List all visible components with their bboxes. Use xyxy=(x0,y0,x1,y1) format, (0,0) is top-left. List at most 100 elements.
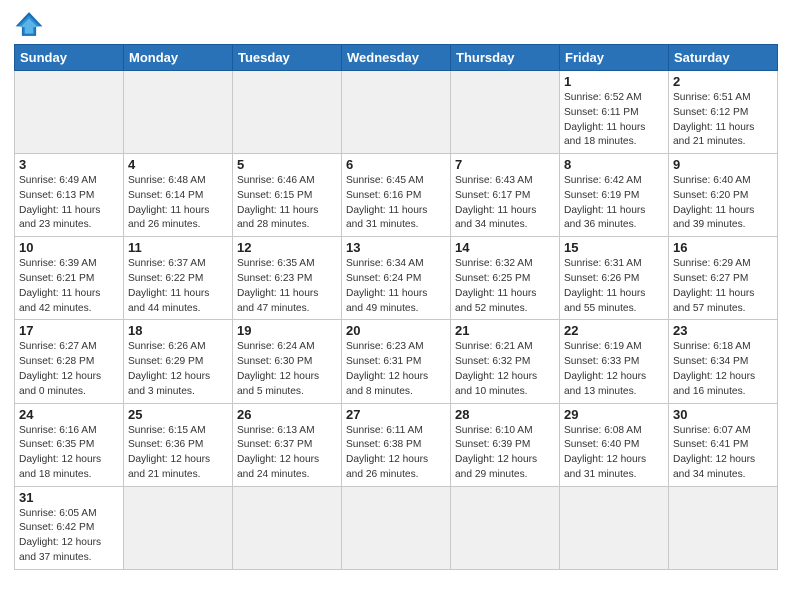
calendar-cell: 2Sunrise: 6:51 AM Sunset: 6:12 PM Daylig… xyxy=(669,71,778,154)
day-number: 2 xyxy=(673,74,773,89)
day-info: Sunrise: 6:16 AM Sunset: 6:35 PM Dayligh… xyxy=(19,424,119,483)
page: SundayMondayTuesdayWednesdayThursdayFrid… xyxy=(0,0,792,580)
calendar-cell xyxy=(124,71,233,154)
calendar-cell: 21 Sunrise: 6:21 AM Sunset: 6:32 PM Dayli… xyxy=(451,320,560,403)
logo-icon xyxy=(14,10,44,38)
day-number: 26 xyxy=(237,407,337,422)
day-number: 6 xyxy=(346,157,446,172)
calendar-cell: 22 Sunrise: 6:19 AM Sunset: 6:33 PM Dayli… xyxy=(560,320,669,403)
day-number: 5 xyxy=(237,157,337,172)
day-info: Sunrise: 6:19 AM Sunset: 6:33 PM Dayligh… xyxy=(564,340,664,399)
calendar-cell: 15 Sunrise: 6:31 AM Sunset: 6:26 PM Dayli… xyxy=(560,237,669,320)
day-number: 12 xyxy=(237,240,337,255)
day-number: 21 xyxy=(455,323,555,338)
calendar-cell: 30 Sunrise: 6:07 AM Sunset: 6:41 PM Dayli… xyxy=(669,403,778,486)
day-info: Sunrise: 6:49 AM Sunset: 6:13 PM Dayligh… xyxy=(19,174,119,233)
logo xyxy=(14,10,48,38)
day-number: 28 xyxy=(455,407,555,422)
weekday-header-tuesday: Tuesday xyxy=(233,45,342,71)
calendar-cell: 26 Sunrise: 6:13 AM Sunset: 6:37 PM Dayli… xyxy=(233,403,342,486)
day-number: 18 xyxy=(128,323,228,338)
day-info: Sunrise: 6:39 AM Sunset: 6:21 PM Dayligh… xyxy=(19,257,119,316)
day-number: 1 xyxy=(564,74,664,89)
day-info: Sunrise: 6:23 AM Sunset: 6:31 PM Dayligh… xyxy=(346,340,446,399)
calendar-cell xyxy=(451,486,560,569)
day-info: Sunrise: 6:13 AM Sunset: 6:37 PM Dayligh… xyxy=(237,424,337,483)
calendar-cell xyxy=(124,486,233,569)
calendar-cell: 4 Sunrise: 6:48 AM Sunset: 6:14 PM Daylig… xyxy=(124,154,233,237)
day-info: Sunrise: 6:26 AM Sunset: 6:29 PM Dayligh… xyxy=(128,340,228,399)
week-row-2: 10 Sunrise: 6:39 AM Sunset: 6:21 PM Dayli… xyxy=(15,237,778,320)
day-number: 8 xyxy=(564,157,664,172)
calendar-cell: 23Sunrise: 6:18 AM Sunset: 6:34 PM Dayli… xyxy=(669,320,778,403)
day-info: Sunrise: 6:52 AM Sunset: 6:11 PM Dayligh… xyxy=(564,91,664,150)
calendar-cell xyxy=(233,486,342,569)
day-number: 16 xyxy=(673,240,773,255)
day-number: 10 xyxy=(19,240,119,255)
calendar-cell xyxy=(560,486,669,569)
day-number: 20 xyxy=(346,323,446,338)
calendar-cell: 7 Sunrise: 6:43 AM Sunset: 6:17 PM Daylig… xyxy=(451,154,560,237)
day-info: Sunrise: 6:10 AM Sunset: 6:39 PM Dayligh… xyxy=(455,424,555,483)
calendar-cell: 13 Sunrise: 6:34 AM Sunset: 6:24 PM Dayli… xyxy=(342,237,451,320)
week-row-3: 17 Sunrise: 6:27 AM Sunset: 6:28 PM Dayli… xyxy=(15,320,778,403)
calendar-cell: 9Sunrise: 6:40 AM Sunset: 6:20 PM Daylig… xyxy=(669,154,778,237)
day-number: 29 xyxy=(564,407,664,422)
day-number: 4 xyxy=(128,157,228,172)
calendar-cell xyxy=(15,71,124,154)
calendar-cell: 18 Sunrise: 6:26 AM Sunset: 6:29 PM Dayli… xyxy=(124,320,233,403)
calendar-cell: 19Sunrise: 6:24 AM Sunset: 6:30 PM Dayli… xyxy=(233,320,342,403)
day-number: 25 xyxy=(128,407,228,422)
calendar-cell: 16 Sunrise: 6:29 AM Sunset: 6:27 PM Dayli… xyxy=(669,237,778,320)
day-info: Sunrise: 6:21 AM Sunset: 6:32 PM Dayligh… xyxy=(455,340,555,399)
day-info: Sunrise: 6:27 AM Sunset: 6:28 PM Dayligh… xyxy=(19,340,119,399)
day-info: Sunrise: 6:31 AM Sunset: 6:26 PM Dayligh… xyxy=(564,257,664,316)
weekday-header-sunday: Sunday xyxy=(15,45,124,71)
calendar-cell: 3 Sunrise: 6:49 AM Sunset: 6:13 PM Daylig… xyxy=(15,154,124,237)
calendar-cell: 17 Sunrise: 6:27 AM Sunset: 6:28 PM Dayli… xyxy=(15,320,124,403)
day-info: Sunrise: 6:05 AM Sunset: 6:42 PM Dayligh… xyxy=(19,507,119,566)
day-number: 22 xyxy=(564,323,664,338)
calendar-cell xyxy=(233,71,342,154)
day-info: Sunrise: 6:32 AM Sunset: 6:25 PM Dayligh… xyxy=(455,257,555,316)
week-row-5: 31Sunrise: 6:05 AM Sunset: 6:42 PM Dayli… xyxy=(15,486,778,569)
day-info: Sunrise: 6:29 AM Sunset: 6:27 PM Dayligh… xyxy=(673,257,773,316)
weekday-header-thursday: Thursday xyxy=(451,45,560,71)
weekday-header-saturday: Saturday xyxy=(669,45,778,71)
week-row-1: 3 Sunrise: 6:49 AM Sunset: 6:13 PM Daylig… xyxy=(15,154,778,237)
day-info: Sunrise: 6:42 AM Sunset: 6:19 PM Dayligh… xyxy=(564,174,664,233)
day-info: Sunrise: 6:11 AM Sunset: 6:38 PM Dayligh… xyxy=(346,424,446,483)
day-info: Sunrise: 6:45 AM Sunset: 6:16 PM Dayligh… xyxy=(346,174,446,233)
day-number: 7 xyxy=(455,157,555,172)
day-info: Sunrise: 6:07 AM Sunset: 6:41 PM Dayligh… xyxy=(673,424,773,483)
calendar-cell: 5 Sunrise: 6:46 AM Sunset: 6:15 PM Daylig… xyxy=(233,154,342,237)
day-info: Sunrise: 6:08 AM Sunset: 6:40 PM Dayligh… xyxy=(564,424,664,483)
day-info: Sunrise: 6:37 AM Sunset: 6:22 PM Dayligh… xyxy=(128,257,228,316)
day-info: Sunrise: 6:48 AM Sunset: 6:14 PM Dayligh… xyxy=(128,174,228,233)
week-row-4: 24 Sunrise: 6:16 AM Sunset: 6:35 PM Dayli… xyxy=(15,403,778,486)
calendar-cell: 1 Sunrise: 6:52 AM Sunset: 6:11 PM Daylig… xyxy=(560,71,669,154)
day-info: Sunrise: 6:15 AM Sunset: 6:36 PM Dayligh… xyxy=(128,424,228,483)
week-row-0: 1 Sunrise: 6:52 AM Sunset: 6:11 PM Daylig… xyxy=(15,71,778,154)
calendar-cell xyxy=(669,486,778,569)
day-number: 24 xyxy=(19,407,119,422)
weekday-header-row: SundayMondayTuesdayWednesdayThursdayFrid… xyxy=(15,45,778,71)
day-number: 27 xyxy=(346,407,446,422)
day-number: 13 xyxy=(346,240,446,255)
header xyxy=(14,10,778,38)
day-info: Sunrise: 6:46 AM Sunset: 6:15 PM Dayligh… xyxy=(237,174,337,233)
day-number: 30 xyxy=(673,407,773,422)
weekday-header-monday: Monday xyxy=(124,45,233,71)
day-number: 11 xyxy=(128,240,228,255)
weekday-header-wednesday: Wednesday xyxy=(342,45,451,71)
calendar-cell xyxy=(342,486,451,569)
calendar-cell: 12Sunrise: 6:35 AM Sunset: 6:23 PM Dayli… xyxy=(233,237,342,320)
day-number: 23 xyxy=(673,323,773,338)
day-number: 3 xyxy=(19,157,119,172)
calendar-cell: 27 Sunrise: 6:11 AM Sunset: 6:38 PM Dayli… xyxy=(342,403,451,486)
day-number: 9 xyxy=(673,157,773,172)
day-number: 15 xyxy=(564,240,664,255)
day-info: Sunrise: 6:43 AM Sunset: 6:17 PM Dayligh… xyxy=(455,174,555,233)
day-number: 17 xyxy=(19,323,119,338)
day-info: Sunrise: 6:34 AM Sunset: 6:24 PM Dayligh… xyxy=(346,257,446,316)
